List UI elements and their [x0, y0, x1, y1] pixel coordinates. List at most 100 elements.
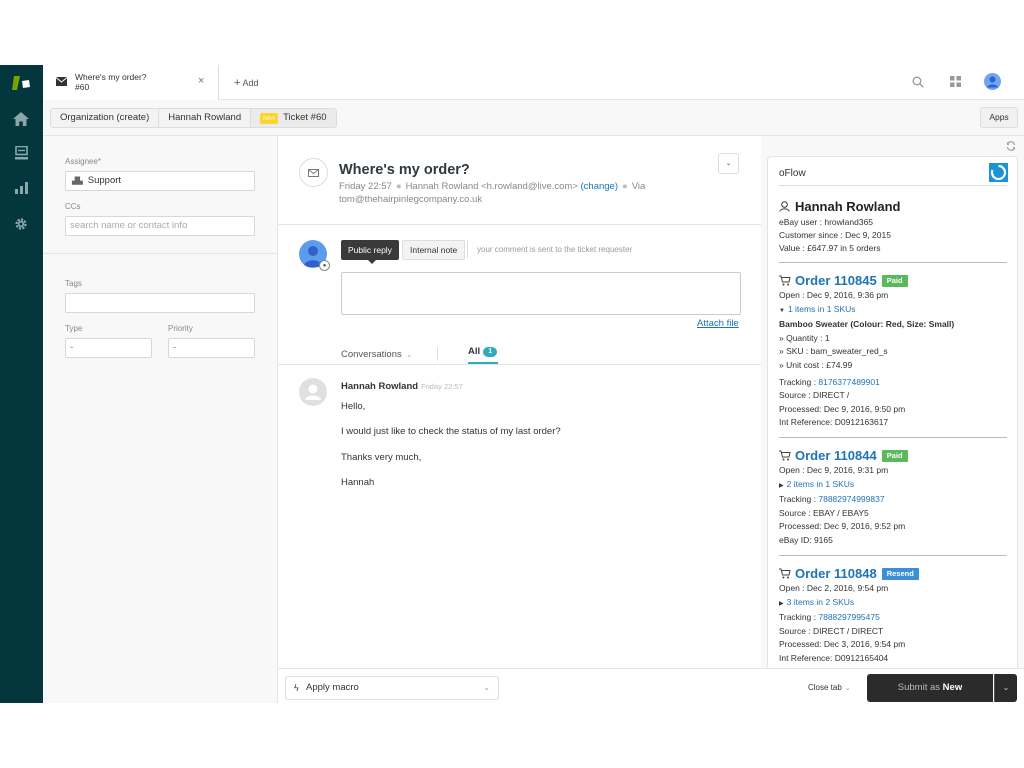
breadcrumb-user[interactable]: Hannah Rowland — [159, 109, 252, 127]
order-header: Order 110848 Resend — [779, 566, 919, 581]
tracking-link[interactable]: 8176377489901 — [818, 377, 879, 387]
order-open: Open : Dec 9, 2016, 9:31 pm — [779, 465, 889, 475]
priority-select[interactable]: - — [168, 338, 255, 358]
nav-views[interactable] — [11, 143, 31, 163]
public-reply-button[interactable]: Public reply — [341, 240, 399, 264]
props-divider — [43, 253, 278, 254]
type-label: Type — [65, 324, 83, 333]
zendesk-logo[interactable] — [12, 75, 32, 91]
oflow-logo — [989, 163, 1008, 182]
submit-button[interactable]: Submit as New — [867, 674, 993, 702]
oflow-logo-icon — [990, 164, 1007, 181]
gear-icon — [15, 218, 27, 230]
order-item-detail: » SKU : bam_sweater_red_s — [779, 346, 888, 356]
ticket-tab[interactable]: Where's my order? #60 × — [43, 65, 219, 100]
tracking-link[interactable]: 7888297995475 — [818, 612, 879, 622]
conversation-divider — [278, 364, 761, 365]
user-avatar-icon[interactable] — [984, 73, 1001, 90]
internal-note-button[interactable]: Internal note — [402, 240, 466, 260]
change-requester-link[interactable]: (change) — [581, 181, 619, 192]
oflow-divider — [779, 555, 1007, 556]
ccs-label: CCs — [65, 202, 81, 211]
order-number-link[interactable]: Order 110845 — [795, 273, 877, 288]
conversations-filter[interactable]: Conversations ⌄ — [341, 349, 412, 360]
ccs-input[interactable]: search name or contact info — [65, 216, 255, 236]
cart-icon — [779, 568, 791, 579]
apps-button[interactable]: Apps — [980, 107, 1018, 128]
order-status-badge: Paid — [881, 274, 908, 287]
comment-textarea[interactable] — [341, 272, 741, 315]
agent-badge-icon: ● — [319, 260, 330, 271]
header-divider — [278, 224, 761, 225]
product-tray-icon[interactable] — [950, 76, 961, 87]
type-select[interactable]: - — [65, 338, 152, 358]
bar-chart-icon — [14, 182, 28, 194]
order-header: Order 110845 Paid — [779, 273, 908, 288]
tags-label: Tags — [65, 279, 82, 288]
breadcrumb-organization[interactable]: Organization (create) — [51, 109, 160, 127]
tags-input[interactable] — [65, 293, 255, 313]
breadcrumb-ticket[interactable]: new Ticket #60 — [251, 109, 336, 127]
home-icon — [13, 112, 29, 126]
order-tracking: Tracking : 7888297995475 — [779, 612, 880, 622]
message-line: Hannah — [341, 477, 375, 488]
order-number-link[interactable]: Order 110848 — [795, 566, 877, 581]
caret-right-icon: ▶ — [779, 601, 784, 607]
tracking-link[interactable]: 78882974999837 — [818, 494, 884, 504]
plus-icon: + — [234, 77, 241, 89]
order-items-toggle[interactable]: ▶ 3 items in 2 SKUs — [779, 597, 854, 607]
message-author[interactable]: Hannah Rowland Friday 22:57 — [341, 381, 463, 392]
ticket-main: Where's my order? Friday 22:57 ● Hannah Ro… — [278, 136, 761, 668]
close-tab-icon[interactable]: × — [198, 75, 204, 87]
apply-macro-select[interactable]: ϟ Apply macro ⌄ — [285, 676, 499, 700]
caret-right-icon: ▶ — [779, 483, 784, 489]
order-items-toggle[interactable]: ▶ 2 items in 1 SKUs — [779, 479, 854, 489]
order-item-detail: » Quantity : 1 — [779, 333, 830, 343]
submit-options-button[interactable]: ⌄ — [994, 674, 1017, 702]
oflow-divider — [779, 437, 1007, 438]
chevron-down-icon: ⌄ — [844, 685, 851, 692]
order-processed: Processed: Dec 9, 2016, 9:50 pm — [779, 404, 906, 414]
order-extra: Int Reference: D0912165404 — [779, 653, 889, 663]
nav-reporting[interactable] — [11, 178, 31, 198]
order-source: Source : DIRECT / — [779, 390, 850, 400]
order-number-link[interactable]: Order 110844 — [795, 448, 877, 463]
order-processed: Processed: Dec 3, 2016, 9:54 pm — [779, 639, 906, 649]
order-processed: Processed: Dec 9, 2016, 9:52 pm — [779, 521, 906, 531]
order-tracking: Tracking : 8176377489901 — [779, 377, 880, 387]
customer-value: Value : £647.97 in 5 orders — [779, 243, 881, 253]
oflow-divider — [779, 185, 1007, 186]
nav-admin[interactable] — [11, 214, 31, 234]
nav-home[interactable] — [11, 109, 31, 129]
order-item-title: Bamboo Sweater (Colour: Red, Size: Small… — [779, 319, 955, 329]
close-tab-dropdown[interactable]: Close tab ⌄ — [808, 683, 851, 692]
message-line: Thanks very much, — [341, 452, 422, 463]
tab-all[interactable]: All 1 — [468, 346, 499, 364]
order-extra: Int Reference: D0912163617 — [779, 417, 889, 427]
order-status-badge: Resend — [881, 567, 919, 580]
side-nav — [0, 65, 43, 703]
all-count-badge: 1 — [483, 347, 498, 357]
oflow-title: oFlow — [779, 168, 806, 179]
assignee-label: Assignee* — [65, 157, 102, 166]
customer-name: Hannah Rowland — [779, 199, 900, 214]
order-header: Order 110844 Paid — [779, 448, 908, 463]
attach-file-link[interactable]: Attach file — [697, 318, 739, 329]
order-open: Open : Dec 2, 2016, 9:54 pm — [779, 583, 889, 593]
add-tab-button[interactable]: + Add — [234, 77, 258, 89]
chevron-down-icon: ⌄ — [725, 160, 732, 167]
app-window: Where's my order? #60 × + Add Organizatio… — [0, 65, 1024, 703]
refresh-icon[interactable] — [1006, 141, 1016, 151]
apps-panel: oFlow Hannah Rowland eBay user : hrowlan… — [761, 136, 1024, 668]
order-items-toggle[interactable]: ▼ 1 items in 1 SKUs — [779, 304, 856, 314]
ticket-subject[interactable]: Where's my order? — [339, 162, 470, 178]
search-icon[interactable] — [912, 76, 924, 88]
message-line: I would just like to check the status of… — [341, 426, 561, 437]
views-icon — [14, 146, 28, 160]
assignee-field[interactable]: ▟▙ Support — [65, 171, 255, 191]
order-extra: eBay ID: 9165 — [779, 535, 833, 545]
chevron-down-icon: ⌄ — [406, 352, 413, 359]
chevron-down-icon: ⌄ — [1002, 683, 1010, 692]
ticket-options-button[interactable]: ⌄ — [718, 153, 739, 174]
mail-icon — [56, 77, 67, 86]
